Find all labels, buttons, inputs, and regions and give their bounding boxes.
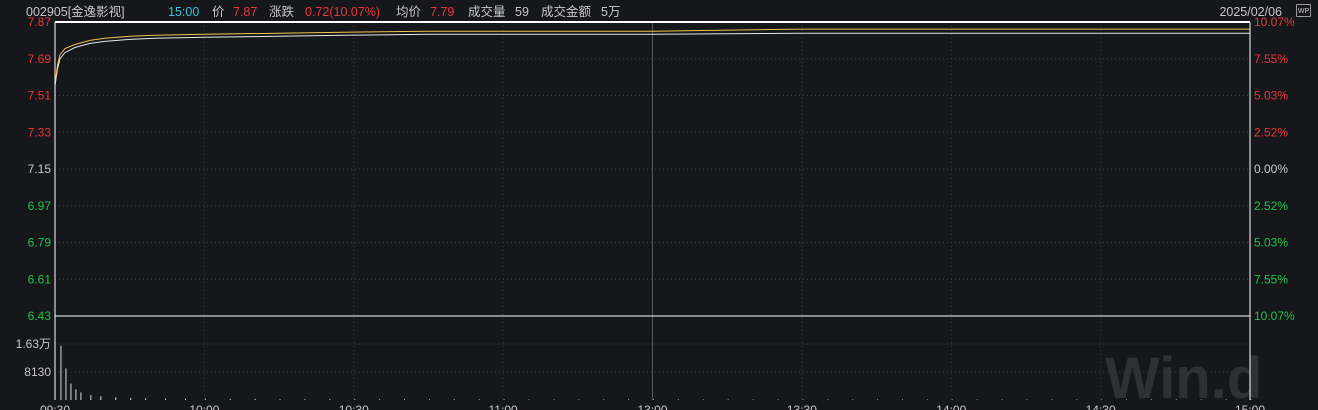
pct-tick-label: 5.03% (1254, 236, 1288, 250)
pct-tick-label: 10.07% (1254, 309, 1295, 323)
time-tick-label: 09:30 (40, 403, 70, 410)
price-tick-label: 6.79 (28, 236, 52, 250)
price-tick-label: 7.15 (28, 162, 52, 176)
pct-tick-label: 5.03% (1254, 89, 1288, 103)
time-tick-label: 13:30 (787, 403, 817, 410)
price-tick-label: 7.87 (28, 15, 52, 29)
pct-tick-label: 7.55% (1254, 272, 1288, 286)
time-tick-label: 15:00 (1235, 403, 1265, 410)
price-tick-label: 6.97 (28, 199, 52, 213)
pct-tick-label: 10.07% (1254, 15, 1295, 29)
price-tick-label: 6.61 (28, 272, 52, 286)
price-volume-chart: Win.d 7.87 10.07% 7.69 7.55% 7.51 5.03% 7.33 2.… (16, 15, 1295, 410)
volume-tick-label: 8130 (24, 365, 51, 379)
time-tick-label: 14:30 (1086, 403, 1116, 410)
pct-tick-label: 7.55% (1254, 52, 1288, 66)
pct-tick-label: 0.00% (1254, 162, 1288, 176)
price-tick-label: 7.51 (28, 89, 52, 103)
time-tick-label: 10:00 (189, 403, 219, 410)
time-tick-label: 10:30 (339, 403, 369, 410)
pct-tick-label: 2.52% (1254, 199, 1288, 213)
price-tick-label: 6.43 (28, 309, 52, 323)
watermark-text: Win.d (1105, 346, 1262, 410)
price-tick-label: 7.69 (28, 52, 52, 66)
time-tick-label: 11:00 (489, 403, 518, 410)
time-tick-label: 14:00 (936, 403, 966, 410)
volume-tick-label: 1.63万 (16, 337, 51, 351)
time-tick-label: 13:00 (637, 403, 667, 410)
pct-tick-label: 2.52% (1254, 125, 1288, 139)
price-tick-label: 7.33 (28, 125, 52, 139)
intraday-chart-window: 002905[金逸影视] 15:00 价 7.87 涨跌 0.72(10.07%… (0, 0, 1318, 410)
